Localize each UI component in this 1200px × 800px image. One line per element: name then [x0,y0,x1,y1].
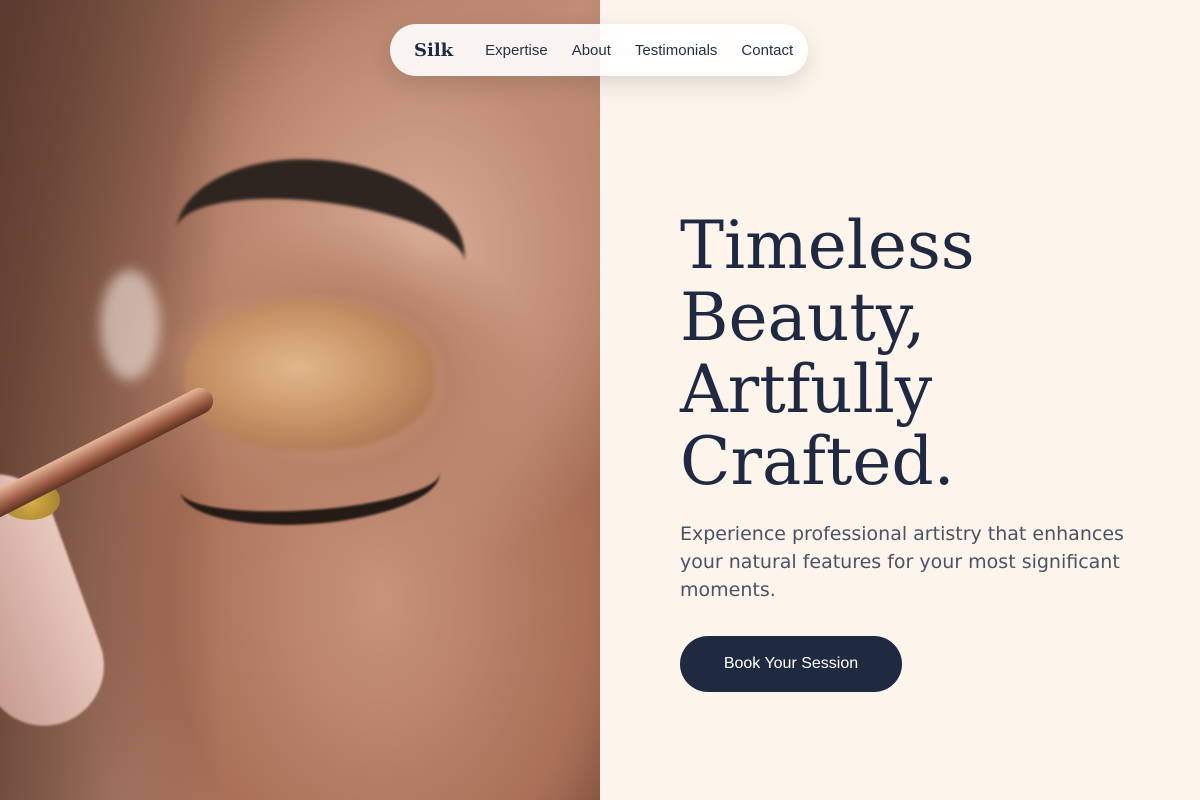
nav-link-testimonials[interactable]: Testimonials [635,42,718,59]
nav-link-expertise[interactable]: Expertise [485,42,548,59]
image-highlight [100,270,160,380]
headline-line-1: Timeless [680,207,975,284]
headline-line-4: Crafted. [680,423,955,500]
eyelid-shimmer [185,300,435,450]
hero-headline: Timeless Beauty, Artfully Crafted. [680,210,1160,498]
hero-image [0,0,600,800]
brand-logo[interactable]: Silk [414,40,453,61]
hero-subtitle: Experience professional artistry that en… [680,523,1124,601]
nav-link-contact[interactable]: Contact [741,42,793,59]
book-session-button[interactable]: Book Your Session [680,636,902,692]
top-navigation: Silk Expertise About Testimonials Contac… [390,24,808,76]
headline-line-3: Artfully [680,351,933,428]
headline-line-2: Beauty, [680,279,926,356]
nav-link-about[interactable]: About [572,42,611,59]
